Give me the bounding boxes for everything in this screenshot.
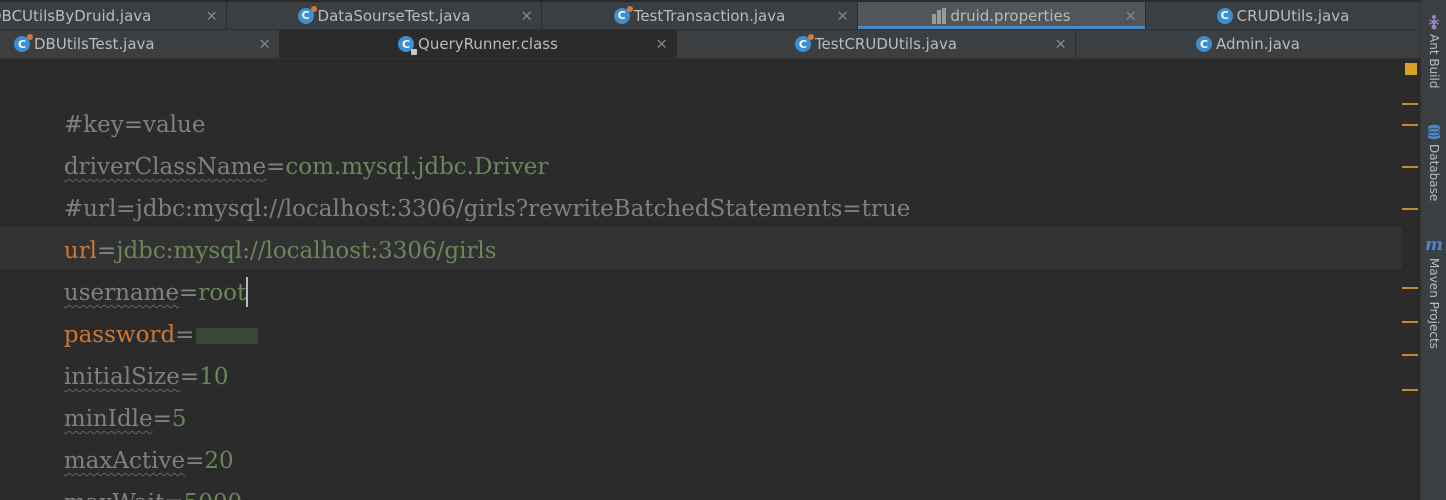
database-tool-button[interactable]: Database: [1421, 124, 1446, 201]
right-tool-window-bar: Ant Build Database m Maven Projects: [1420, 0, 1446, 500]
maven-icon: m: [1425, 235, 1443, 255]
tab-label: DataSourseTest.java: [317, 6, 471, 25]
close-icon[interactable]: ×: [258, 35, 271, 53]
warning-marker[interactable]: [1402, 321, 1418, 323]
code-line-3[interactable]: #url=jdbc:mysql://localhost:3306/girls?r…: [20, 146, 910, 222]
tool-label: Maven Projects: [1427, 258, 1441, 349]
code-line-8[interactable]: minIdle=5: [20, 356, 187, 432]
warning-status-icon[interactable]: [1405, 63, 1417, 75]
property-value: 5000: [184, 490, 243, 500]
close-icon[interactable]: ×: [520, 6, 533, 24]
warning-marker[interactable]: [1402, 166, 1418, 168]
property-key: maxWait: [64, 490, 164, 500]
editor-tab-row-1: DBCUtilsByDruid.java × C DataSourseTest.…: [0, 2, 1420, 30]
code-line-9[interactable]: maxActive=20: [20, 398, 234, 474]
properties-file-icon: [932, 7, 947, 24]
close-icon[interactable]: ×: [836, 6, 849, 24]
code-line-10[interactable]: maxWait=5000: [20, 440, 242, 500]
java-class-locked-icon: C: [398, 36, 418, 55]
code-line-7[interactable]: initialSize=10: [20, 314, 229, 390]
property-value: 10: [199, 364, 229, 390]
tab-datasoursetest[interactable]: C DataSourseTest.java ×: [227, 2, 542, 29]
close-icon[interactable]: ×: [1054, 35, 1067, 53]
tool-label: Database: [1427, 144, 1441, 202]
java-class-icon: C: [14, 34, 33, 52]
tab-dbutilstest[interactable]: C DBUtilsTest.java ×: [0, 30, 280, 58]
database-icon: [1427, 124, 1441, 140]
tab-admin[interactable]: C Admin.java: [1076, 30, 1420, 58]
warning-marker[interactable]: [1402, 354, 1418, 356]
code-line-4[interactable]: url=jdbc:mysql://localhost:3306/girls: [20, 188, 497, 264]
close-icon[interactable]: ×: [655, 35, 668, 53]
maven-projects-tool-button[interactable]: m Maven Projects: [1421, 236, 1446, 349]
close-icon[interactable]: ×: [205, 6, 218, 24]
java-class-icon: C: [1195, 36, 1212, 52]
code-line-1[interactable]: #key=value: [20, 62, 206, 138]
code-editor[interactable]: #key=value driverClassName=com.mysql.jdb…: [0, 59, 1402, 500]
tab-testtransaction[interactable]: C TestTransaction.java ×: [542, 2, 858, 29]
tab-label: DBCUtilsByDruid.java: [0, 6, 152, 25]
java-class-icon: C: [297, 5, 317, 24]
ide-window: DBCUtilsByDruid.java × C DataSourseTest.…: [0, 0, 1446, 500]
tab-label: TestCRUDUtils.java: [814, 35, 958, 53]
code-line-6[interactable]: password=: [20, 272, 259, 348]
equals-sign: =: [164, 490, 183, 500]
tab-label: druid.properties: [950, 6, 1071, 25]
warning-marker[interactable]: [1402, 287, 1418, 289]
ant-icon: [1428, 15, 1440, 30]
tab-crudutils[interactable]: C CRUDUtils.java: [1146, 2, 1420, 29]
close-icon[interactable]: ×: [1124, 6, 1137, 24]
code-line-2[interactable]: driverClassName=com.mysql.jdbc.Driver: [20, 104, 549, 180]
warning-marker[interactable]: [1402, 389, 1418, 391]
tab-label: TestTransaction.java: [633, 6, 786, 25]
tab-label: Admin.java: [1215, 35, 1300, 53]
tab-label: DBUtilsTest.java: [34, 35, 155, 53]
warning-marker[interactable]: [1402, 124, 1418, 126]
java-class-icon: C: [794, 34, 814, 52]
tab-queryrunner[interactable]: C QueryRunner.class ×: [280, 30, 677, 58]
editor-tab-row-2: C DBUtilsTest.java × C QueryRunner.class…: [0, 30, 1420, 59]
tool-label: Ant Build: [1427, 34, 1441, 89]
tab-label: CRUDUtils.java: [1236, 6, 1350, 25]
ant-build-tool-button[interactable]: Ant Build: [1421, 14, 1446, 88]
tab-druid-properties[interactable]: druid.properties ×: [858, 2, 1146, 29]
error-stripe[interactable]: [1402, 59, 1420, 500]
tab-testcrudutils[interactable]: C TestCRUDUtils.java ×: [677, 30, 1076, 58]
java-class-icon: C: [613, 5, 633, 24]
warning-marker[interactable]: [1402, 103, 1418, 105]
tab-label: QueryRunner.class: [418, 35, 558, 53]
code-line-5[interactable]: username=root: [20, 230, 249, 307]
java-class-icon: C: [1216, 7, 1233, 24]
tab-dbcutilsbydruid[interactable]: DBCUtilsByDruid.java ×: [0, 2, 227, 29]
warning-marker[interactable]: [1402, 208, 1418, 210]
